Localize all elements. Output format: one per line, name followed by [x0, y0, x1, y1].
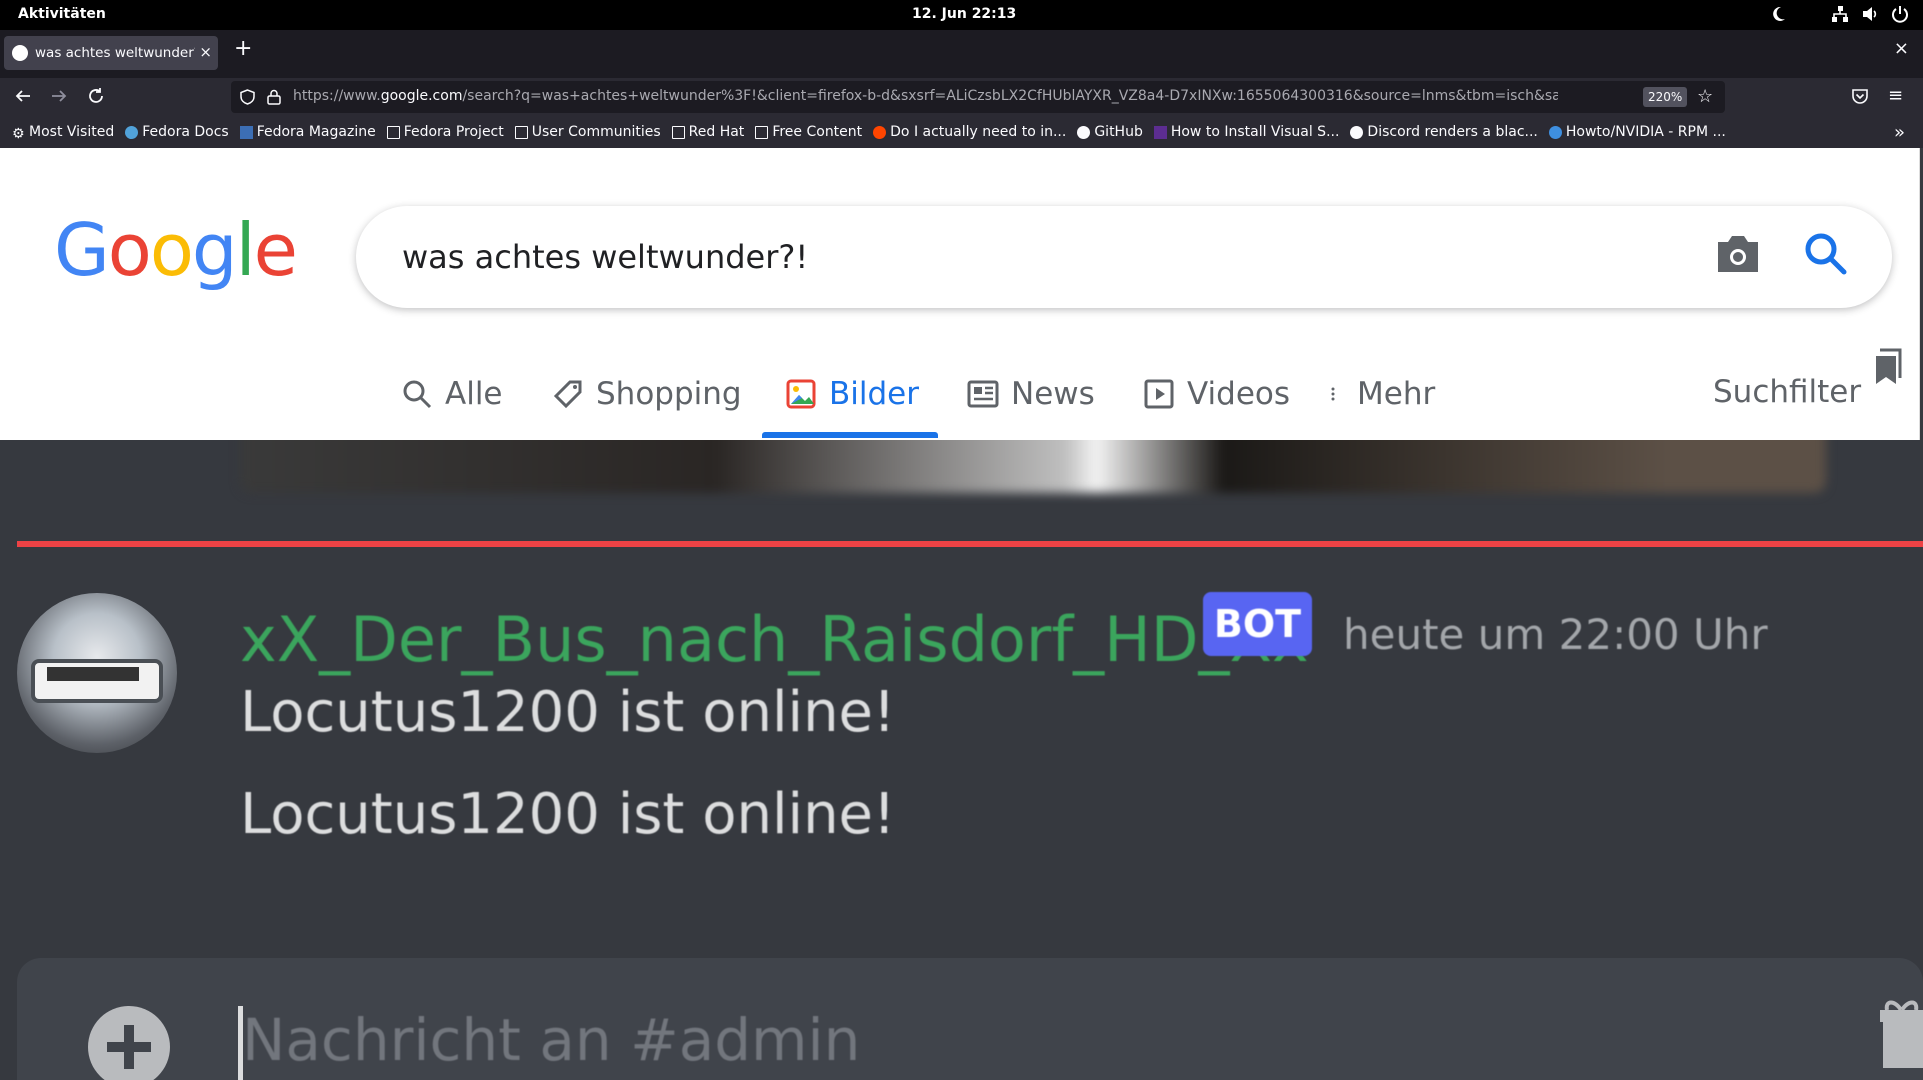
- saved-bookmarks-icon[interactable]: [1870, 348, 1904, 386]
- camera-icon[interactable]: [1714, 232, 1762, 276]
- search-icon: [403, 380, 432, 409]
- more-vert-icon: [1331, 387, 1335, 401]
- vs-icon: [1153, 125, 1167, 139]
- arrow-left-icon: [15, 90, 30, 102]
- gear-icon: ⚙: [12, 125, 25, 142]
- bookmark-nvidia-rpm[interactable]: Howto/NVIDIA - RPM ...: [1548, 124, 1726, 140]
- folder-icon: [755, 125, 769, 139]
- fedora-icon: [125, 125, 139, 139]
- navigation-bar: https://www.google.com/search?q=was+acht…: [0, 78, 1923, 116]
- bus-window: [47, 667, 139, 681]
- bookmark-fedora-docs[interactable]: Fedora Docs: [125, 124, 229, 140]
- window-close-button[interactable]: ×: [1894, 38, 1909, 59]
- message-text: Locutus1200 ist online!: [240, 680, 896, 745]
- zoom-level-badge[interactable]: 220%: [1643, 87, 1688, 107]
- message-author[interactable]: xX_Der_Bus_nach_Raisdorf_HD_Xx: [240, 603, 1309, 676]
- news-icon: [967, 380, 999, 408]
- arrow-right-icon: [52, 90, 67, 102]
- add-attachment-button[interactable]: [88, 1006, 170, 1080]
- rpm-icon: [1548, 125, 1562, 139]
- folder-icon: [386, 125, 400, 139]
- bookmark-install-visual-studio[interactable]: How to Install Visual S...: [1153, 124, 1339, 140]
- network-icon: [1832, 6, 1848, 22]
- power-icon: [1892, 6, 1908, 23]
- github-icon: [1350, 125, 1364, 139]
- fedora-magazine-icon: [239, 125, 253, 139]
- night-light-icon: [1773, 6, 1785, 21]
- reload-button[interactable]: [87, 87, 105, 110]
- hamburger-menu-icon[interactable]: ≡: [1888, 85, 1903, 106]
- folder-icon: [514, 125, 528, 139]
- bookmark-discord-renders[interactable]: Discord renders a blac...: [1350, 124, 1538, 140]
- reload-icon: [89, 88, 103, 103]
- search-icon[interactable]: [1802, 230, 1848, 276]
- tab-close-button[interactable]: ×: [199, 43, 212, 61]
- reddit-icon: [873, 125, 887, 139]
- folder-icon: [671, 125, 685, 139]
- bus-picture: [31, 659, 163, 703]
- message-timestamp: heute um 22:00 Uhr: [1343, 610, 1768, 659]
- bookmarks-overflow-button[interactable]: »: [1894, 122, 1905, 143]
- bookmark-github[interactable]: GitHub: [1077, 124, 1143, 140]
- bookmark-folder-red-hat[interactable]: Red Hat: [671, 124, 744, 140]
- tab-news[interactable]: News: [967, 348, 1095, 440]
- search-box: [356, 206, 1892, 308]
- google-logo[interactable]: Google: [54, 208, 298, 292]
- browser-tab[interactable]: was achtes weltwunder?! ×: [4, 36, 218, 70]
- google-favicon-icon: [12, 45, 28, 61]
- tab-bilder[interactable]: Bilder: [785, 348, 919, 440]
- message-input[interactable]: Nachricht an #admin: [242, 1006, 860, 1074]
- lock-icon[interactable]: [267, 89, 281, 105]
- tag-icon: [553, 380, 582, 409]
- tab-title: was achtes weltwunder?!: [35, 45, 195, 61]
- google-header: Google Alle Shopping Bilder News Videos: [0, 148, 1920, 440]
- system-tray[interactable]: [1769, 5, 1909, 23]
- clock[interactable]: 12. Jun 22:13: [912, 6, 1016, 22]
- active-tab-indicator: [762, 432, 938, 438]
- tab-videos[interactable]: Videos: [1143, 348, 1290, 440]
- url-text[interactable]: https://www.google.com/search?q=was+acht…: [293, 88, 1558, 104]
- bot-badge: BOT: [1203, 592, 1312, 656]
- gift-icon[interactable]: [1880, 996, 1923, 1068]
- forward-button[interactable]: [50, 87, 68, 110]
- tab-strip: was achtes weltwunder?! ×: [0, 30, 1923, 78]
- new-messages-divider: [17, 541, 1923, 547]
- bookmark-folder-fedora-project[interactable]: Fedora Project: [386, 124, 504, 140]
- bookmark-reddit-post[interactable]: Do I actually need to in...: [873, 124, 1066, 140]
- bookmark-fedora-magazine[interactable]: Fedora Magazine: [239, 124, 376, 140]
- bookmark-folder-user-communities[interactable]: User Communities: [514, 124, 661, 140]
- github-icon: [1077, 125, 1091, 139]
- bookmark-star-icon[interactable]: ☆: [1697, 86, 1713, 107]
- bookmark-most-visited[interactable]: ⚙ Most Visited: [12, 124, 114, 142]
- back-button[interactable]: [14, 87, 32, 110]
- pocket-icon[interactable]: [1851, 87, 1869, 105]
- search-filter-button[interactable]: Suchfilter: [1713, 374, 1861, 410]
- tab-mehr[interactable]: Mehr: [1329, 348, 1435, 440]
- tab-shopping[interactable]: Shopping: [552, 348, 742, 440]
- bookmark-folder-free-content[interactable]: Free Content: [755, 124, 862, 140]
- message-text: Locutus1200 ist online!: [240, 782, 896, 847]
- activities-button[interactable]: Aktivitäten: [18, 6, 106, 22]
- new-tab-button[interactable]: +: [234, 38, 252, 60]
- bookmarks-toolbar: ⚙ Most Visited Fedora Docs Fedora Magazin…: [0, 116, 1923, 148]
- url-bar[interactable]: https://www.google.com/search?q=was+acht…: [231, 81, 1725, 113]
- avatar[interactable]: [17, 593, 177, 753]
- image-icon: [786, 379, 816, 409]
- volume-icon: [1863, 7, 1877, 21]
- gnome-top-bar: Aktivitäten 12. Jun 22:13: [0, 0, 1923, 30]
- tracking-shield-icon[interactable]: [240, 89, 255, 105]
- search-input[interactable]: [402, 232, 1682, 282]
- tab-alle[interactable]: Alle: [401, 348, 503, 440]
- search-tabs: Alle Shopping Bilder News Videos Mehr: [0, 348, 1920, 440]
- play-icon: [1144, 379, 1174, 409]
